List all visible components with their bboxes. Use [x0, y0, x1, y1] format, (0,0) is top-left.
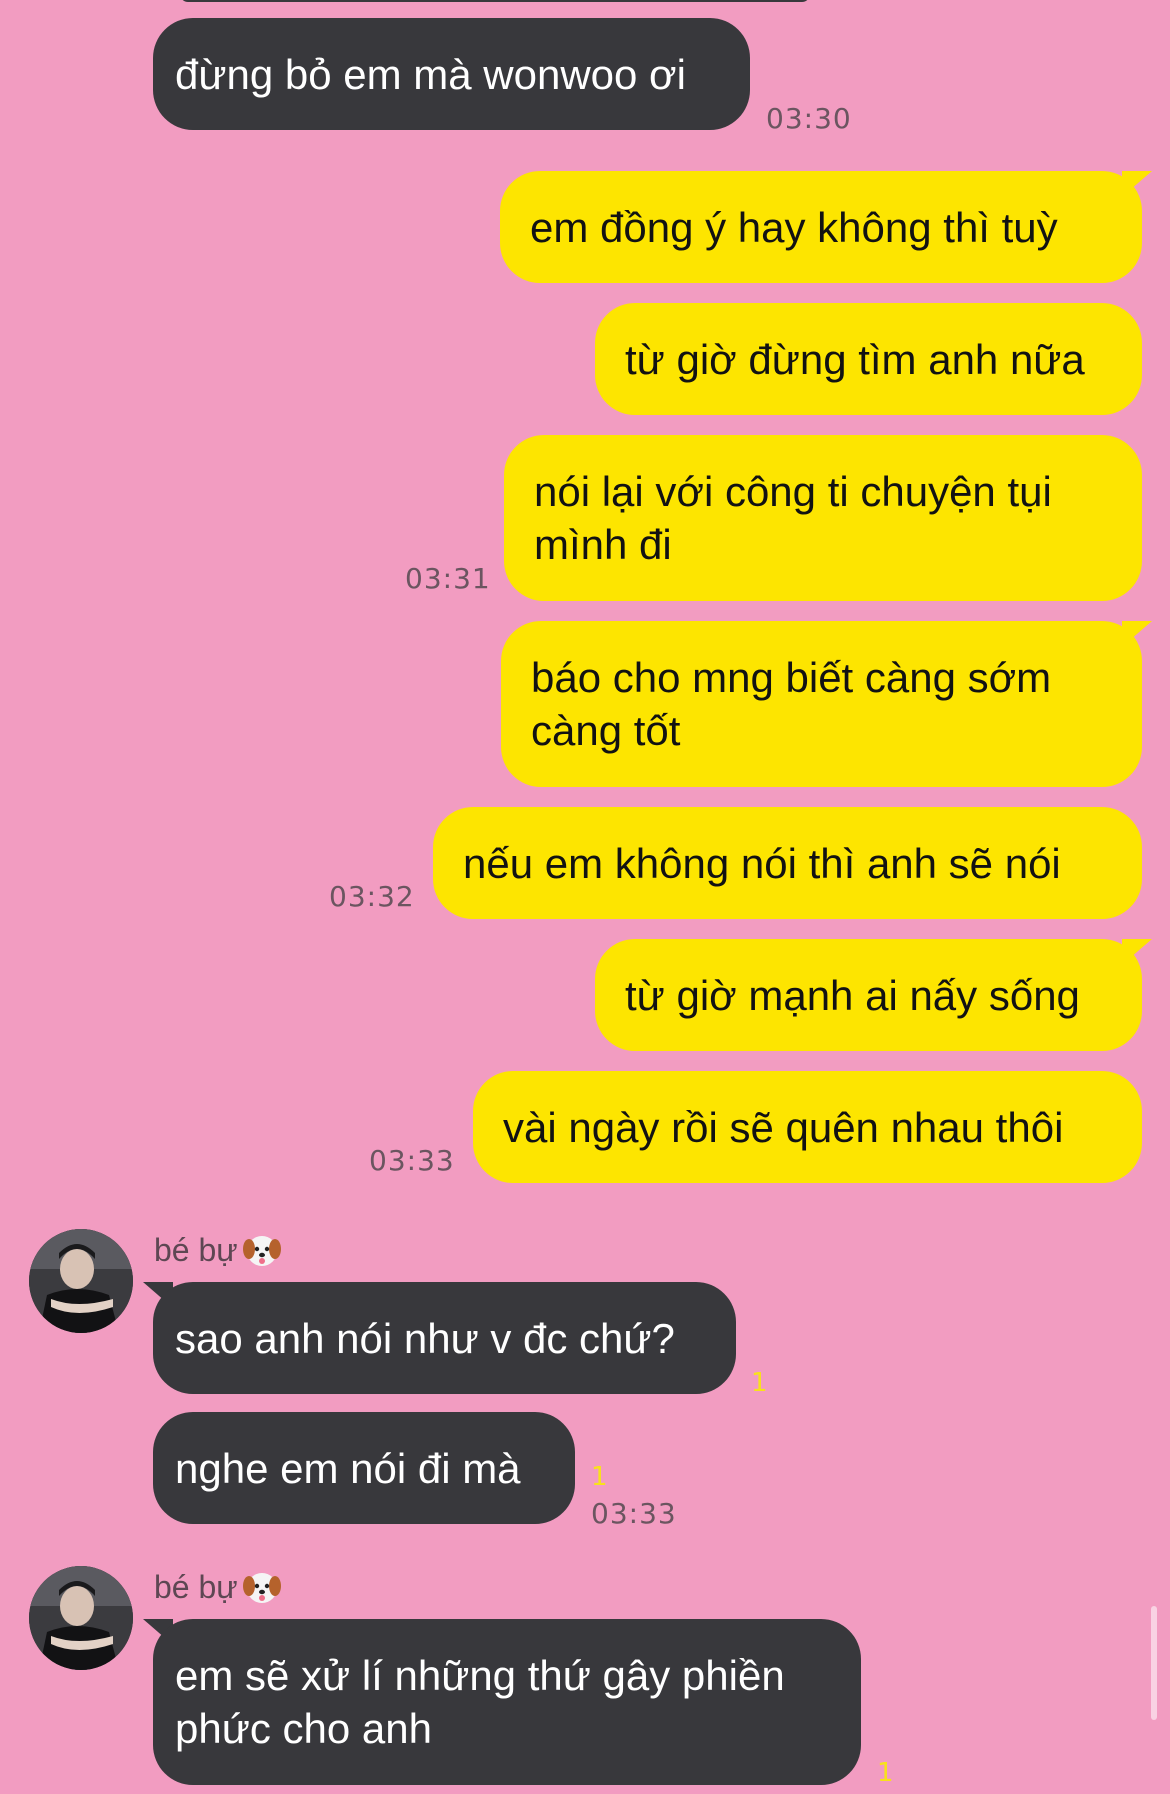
message-line: báo cho mng biết càng sớm [531, 654, 1052, 701]
message-text: sao anh nói như v đc chứ? [175, 1314, 675, 1362]
unread-count: 1 [591, 1462, 608, 1492]
scrollbar[interactable] [1151, 1606, 1157, 1720]
incoming-message-bubble[interactable]: nghe em nói đi mà [153, 1412, 575, 1524]
contact-avatar[interactable] [29, 1566, 133, 1670]
message-timestamp: 03:31 [405, 562, 491, 595]
message-text: báo cho mng biết càng sớm càng tốt [531, 651, 1051, 757]
outgoing-message-bubble[interactable]: nói lại với công ti chuyện tụi mình đi [504, 435, 1142, 601]
message-text: nếu em không nói thì anh sẽ nói [463, 839, 1061, 887]
dog-face-icon [242, 1236, 281, 1266]
incoming-message-bubble[interactable]: em sẽ xử lí những thứ gây phiền phức cho… [153, 1619, 861, 1785]
outgoing-message-bubble[interactable]: từ giờ mạnh ai nấy sống [595, 939, 1142, 1051]
message-text: đừng bỏ em mà wonwoo ơi [175, 50, 686, 98]
contact-avatar[interactable] [29, 1229, 133, 1333]
message-text: từ giờ đừng tìm anh nữa [625, 335, 1085, 383]
message-line: càng tốt [531, 707, 681, 754]
sender-name-text: bé bự [154, 1231, 238, 1268]
message-timestamp: 03:32 [329, 880, 415, 913]
message-text: em đồng ý hay không thì tuỳ [530, 203, 1058, 251]
incoming-message-bubble[interactable]: sao anh nói như v đc chứ? [153, 1282, 736, 1394]
message-text: em sẽ xử lí những thứ gây phiền phức cho… [175, 1649, 785, 1755]
outgoing-message-bubble[interactable]: từ giờ đừng tìm anh nữa [595, 303, 1142, 415]
outgoing-message-bubble[interactable]: em đồng ý hay không thì tuỳ [500, 171, 1142, 283]
avatar-photo-icon [29, 1566, 133, 1670]
message-timestamp: 03:30 [766, 102, 852, 135]
message-line: mình đi [534, 521, 672, 568]
outgoing-message-bubble[interactable]: nếu em không nói thì anh sẽ nói [433, 807, 1142, 919]
message-timestamp: 03:33 [369, 1144, 455, 1177]
message-line: nói lại với công ti chuyện tụi [534, 468, 1052, 515]
outgoing-message-bubble[interactable]: vài ngày rồi sẽ quên nhau thôi [473, 1071, 1142, 1183]
sender-name-text: bé bự [154, 1568, 238, 1605]
message-text: nói lại với công ti chuyện tụi mình đi [534, 465, 1052, 571]
incoming-message-bubble[interactable]: đừng bỏ em mà wonwoo ơi [153, 18, 750, 130]
unread-count: 1 [877, 1758, 894, 1788]
message-line: phức cho anh [175, 1705, 432, 1752]
previous-message-bubble-edge [180, 0, 810, 2]
sender-name: bé bự [154, 1567, 282, 1607]
message-text: nghe em nói đi mà [175, 1444, 521, 1492]
message-text: vài ngày rồi sẽ quên nhau thôi [503, 1103, 1064, 1151]
outgoing-message-bubble[interactable]: báo cho mng biết càng sớm càng tốt [501, 621, 1142, 787]
dog-face-icon [242, 1573, 281, 1603]
message-text: từ giờ mạnh ai nấy sống [625, 971, 1080, 1019]
sender-name: bé bự [154, 1230, 282, 1270]
message-timestamp: 03:33 [591, 1497, 677, 1530]
avatar-photo-icon [29, 1229, 133, 1333]
message-line: em sẽ xử lí những thứ gây phiền [175, 1652, 785, 1699]
unread-count: 1 [751, 1368, 768, 1398]
